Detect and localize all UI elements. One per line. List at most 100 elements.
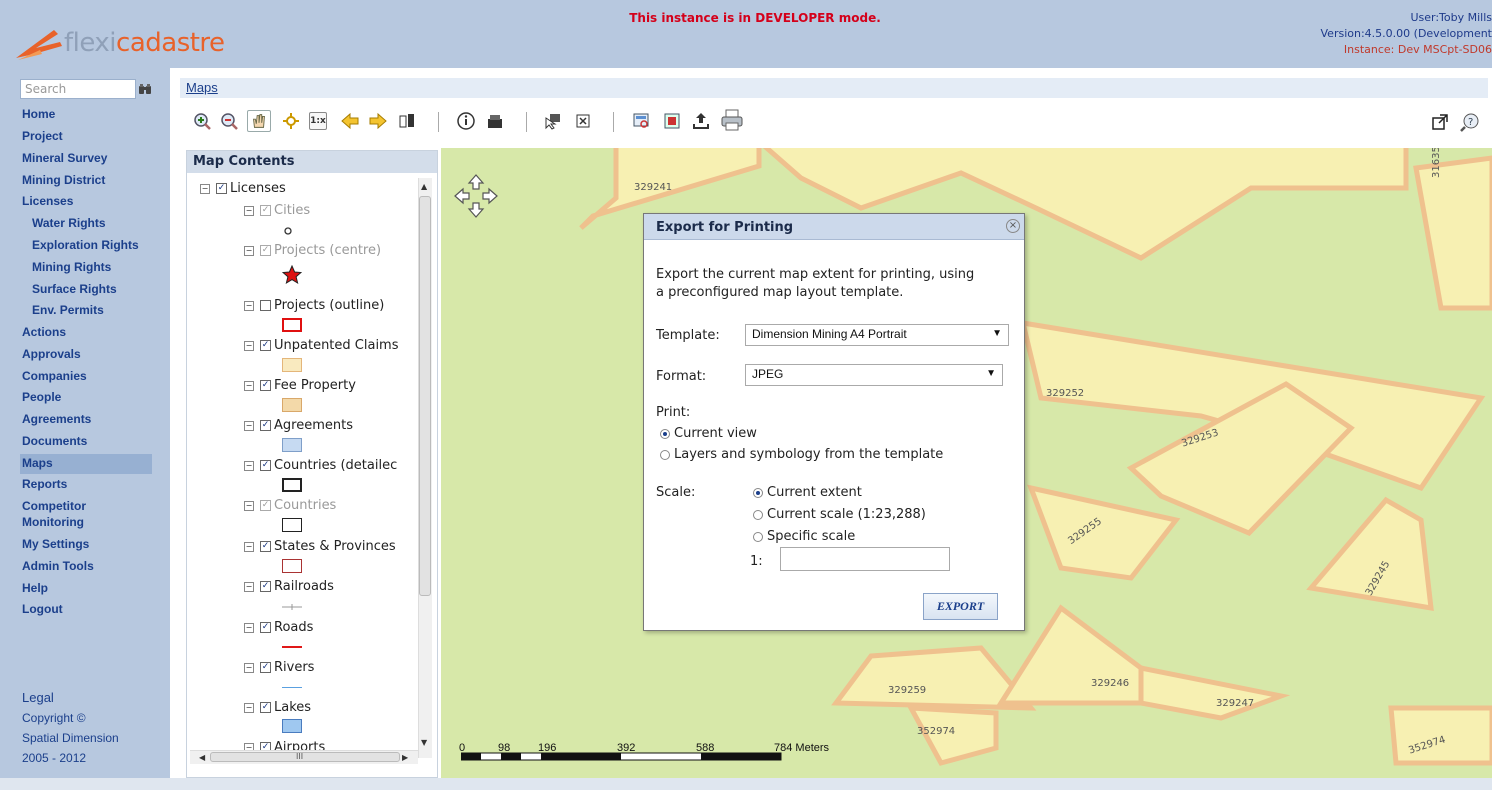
nav-mineral-survey[interactable]: Mineral Survey	[22, 152, 107, 165]
nav-approvals[interactable]: Approvals	[22, 348, 81, 361]
scale-option-current-scale[interactable]: Current scale (1:23,288)	[753, 507, 926, 522]
parcel[interactable]	[1138, 664, 1291, 721]
nav-people[interactable]: People	[22, 391, 61, 404]
nav-monitoring[interactable]: Monitoring	[22, 516, 84, 529]
layer-row-airports[interactable]: − ✓ Airports	[244, 740, 325, 750]
collapse-icon[interactable]: −	[244, 245, 254, 256]
zoom-out-icon[interactable]	[220, 112, 238, 130]
nav-competitor[interactable]: Competitor	[22, 500, 86, 513]
back-icon[interactable]	[341, 112, 359, 130]
layer-row-states-provinces[interactable]: − ✓ States & Provinces	[244, 539, 396, 554]
layer-checkbox[interactable]: ✓	[260, 380, 271, 391]
layer-checkbox[interactable]: ✓	[260, 622, 271, 633]
nav-agreements[interactable]: Agreements	[22, 413, 91, 426]
nav-logout[interactable]: Logout	[22, 603, 63, 616]
collapse-icon[interactable]: −	[244, 205, 254, 216]
scroll-thumb[interactable]	[210, 752, 400, 762]
layer-row-countries[interactable]: − ✓ Countries	[244, 498, 336, 513]
zoom-to-layer-icon[interactable]	[632, 112, 650, 130]
layer-row-railroads[interactable]: − ✓ Railroads	[244, 579, 334, 594]
collapse-icon[interactable]: −	[200, 183, 210, 194]
legal-link[interactable]: Legal	[22, 690, 54, 705]
radio-button[interactable]	[753, 509, 763, 520]
layer-row-fee-property[interactable]: − ✓ Fee Property	[244, 378, 356, 393]
pan-arrows-icon[interactable]	[453, 173, 499, 219]
nav-exploration-rights[interactable]: Exploration Rights	[32, 239, 139, 252]
format-select[interactable]: JPEG ▼	[745, 364, 1003, 386]
layer-row-countries-detailed[interactable]: − ✓ Countries (detailec	[244, 458, 397, 473]
layer-checkbox[interactable]: ✓	[260, 245, 271, 256]
collapse-icon[interactable]: −	[244, 420, 254, 431]
scale-option-specific[interactable]: Specific scale	[753, 529, 855, 544]
layer-row-rivers[interactable]: − ✓ Rivers	[244, 660, 314, 675]
print-option-template-layers[interactable]: Layers and symbology from the template	[660, 447, 943, 462]
nav-mining-district[interactable]: Mining District	[22, 174, 105, 187]
identify-icon[interactable]	[457, 112, 475, 130]
help-icon[interactable]: ?	[1460, 112, 1480, 132]
layer-checkbox[interactable]: ✓	[260, 581, 271, 592]
nav-reports[interactable]: Reports	[22, 478, 67, 491]
parcel[interactable]	[1027, 484, 1181, 581]
collapse-icon[interactable]: −	[244, 742, 254, 750]
nav-actions[interactable]: Actions	[22, 326, 66, 339]
layer-checkbox[interactable]: ✓	[260, 742, 271, 750]
scroll-left-icon[interactable]: ◀	[199, 753, 205, 762]
forward-icon[interactable]	[369, 112, 387, 130]
nav-my-settings[interactable]: My Settings	[22, 538, 89, 551]
collapse-icon[interactable]: −	[244, 662, 254, 673]
nav-surface-rights[interactable]: Surface Rights	[32, 283, 117, 296]
scroll-right-icon[interactable]: ▶	[402, 753, 408, 762]
nav-water-rights[interactable]: Water Rights	[32, 217, 106, 230]
nav-admin-tools[interactable]: Admin Tools	[22, 560, 94, 573]
nav-env-permits[interactable]: Env. Permits	[32, 304, 104, 317]
layer-checkbox[interactable]: ✓	[260, 340, 271, 351]
binoculars-icon[interactable]	[138, 82, 152, 96]
nav-maps[interactable]: Maps	[22, 457, 53, 470]
nav-project[interactable]: Project	[22, 130, 63, 143]
template-select[interactable]: Dimension Mining A4 Portrait ▼	[745, 324, 1009, 346]
layer-checkbox[interactable]: ✓	[260, 420, 271, 431]
layer-row-lakes[interactable]: − ✓ Lakes	[244, 700, 311, 715]
print-icon[interactable]	[719, 108, 745, 132]
layer-checkbox[interactable]: ✓	[260, 205, 271, 216]
collapse-icon[interactable]: −	[244, 380, 254, 391]
zoom-1x-icon[interactable]: 1:x	[309, 112, 327, 130]
zoom-in-icon[interactable]	[193, 112, 211, 130]
layer-row-projects-outline[interactable]: − Projects (outline)	[244, 298, 384, 313]
collapse-icon[interactable]: −	[244, 300, 254, 311]
search-input[interactable]: Search	[20, 79, 136, 99]
specific-scale-input[interactable]	[780, 547, 950, 571]
layer-row-cities[interactable]: − ✓ Cities	[244, 203, 310, 218]
nav-documents[interactable]: Documents	[22, 435, 87, 448]
query-icon[interactable]	[486, 112, 504, 130]
nav-home[interactable]: Home	[22, 108, 55, 121]
scroll-thumb[interactable]	[419, 196, 431, 596]
nav-mining-rights[interactable]: Mining Rights	[32, 261, 111, 274]
export-button[interactable]: EXPORT	[923, 593, 998, 620]
open-new-window-icon[interactable]	[1432, 114, 1448, 130]
layer-row-projects-centre[interactable]: − ✓ Projects (centre)	[244, 243, 381, 258]
layer-row-agreements[interactable]: − ✓ Agreements	[244, 418, 353, 433]
export-icon[interactable]	[692, 112, 710, 130]
close-icon[interactable]: ×	[1006, 219, 1020, 233]
print-option-current-view[interactable]: Current view	[660, 426, 757, 441]
layer-row-roads[interactable]: − ✓ Roads	[244, 620, 313, 635]
scroll-down-icon[interactable]: ▼	[421, 738, 427, 747]
nav-companies[interactable]: Companies	[22, 370, 87, 383]
layer-checkbox[interactable]: ✓	[260, 500, 271, 511]
parcel[interactable]	[1413, 155, 1492, 311]
layer-checkbox[interactable]: ✓	[260, 702, 271, 713]
clear-select-icon[interactable]	[574, 112, 592, 130]
select-icon[interactable]	[544, 112, 562, 130]
breadcrumb-maps[interactable]: Maps	[186, 80, 218, 95]
collapse-icon[interactable]: −	[244, 581, 254, 592]
layer-checkbox[interactable]: ✓	[216, 183, 227, 194]
layer-row-licenses[interactable]: − ✓ Licenses	[200, 181, 286, 196]
nav-help[interactable]: Help	[22, 582, 48, 595]
radio-button[interactable]	[753, 531, 763, 542]
layer-checkbox[interactable]	[260, 300, 271, 311]
collapse-icon[interactable]: −	[244, 460, 254, 471]
nav-licenses[interactable]: Licenses	[22, 195, 73, 208]
layer-checkbox[interactable]: ✓	[260, 460, 271, 471]
bookmark-icon[interactable]	[398, 112, 416, 130]
